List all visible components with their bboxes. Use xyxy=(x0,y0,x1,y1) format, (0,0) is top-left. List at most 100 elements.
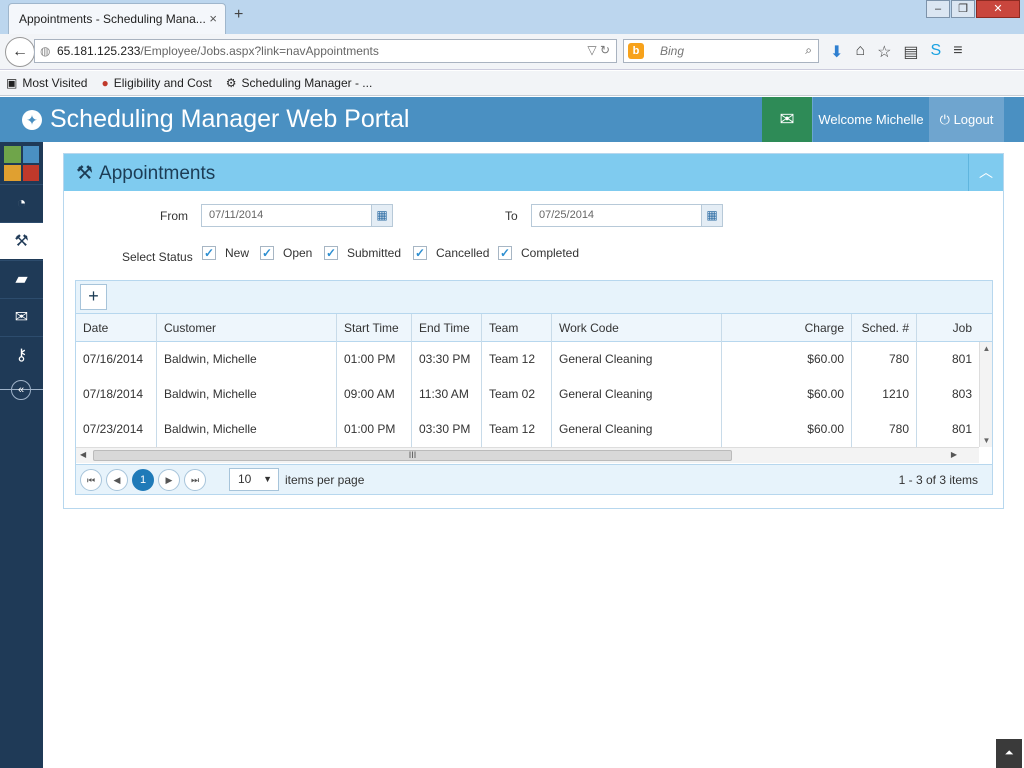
double-chevron-up-icon: ⏶ xyxy=(1004,747,1014,759)
tab-close-icon[interactable]: × xyxy=(209,11,217,26)
minimize-icon[interactable]: – xyxy=(926,0,950,18)
cell-team: Team 12 xyxy=(482,342,552,377)
cell-start-time: 01:00 PM xyxy=(337,412,412,447)
bookmark-label: Most Visited xyxy=(22,76,88,90)
key-icon[interactable]: ⚷ xyxy=(0,336,43,373)
cell-end-time: 11:30 AM xyxy=(412,377,482,412)
column-header-team[interactable]: Team xyxy=(482,314,552,342)
pager-info: 1 - 3 of 3 items xyxy=(898,473,978,487)
status-open-checkbox[interactable]: ✓ Open xyxy=(260,246,312,260)
bookmark-star-icon[interactable]: ☆ xyxy=(877,42,891,62)
browser-tab[interactable]: Appointments - Scheduling Mana... × xyxy=(8,3,226,34)
download-icon[interactable]: ⬇ xyxy=(830,42,843,62)
column-header-work-code[interactable]: Work Code xyxy=(552,314,722,342)
address-bar[interactable]: ◍ 65.181.125.233/Employee/Jobs.aspx?link… xyxy=(34,39,617,63)
calendar-icon[interactable]: ▦ xyxy=(371,205,392,226)
mail-button[interactable]: ✉ xyxy=(762,97,812,142)
scroll-down-icon[interactable]: ▼ xyxy=(980,436,993,445)
scroll-up-icon[interactable]: ▲ xyxy=(980,344,993,353)
horizontal-scrollbar[interactable]: ◀ III ▶ xyxy=(76,447,979,463)
home-icon[interactable]: ⌂ xyxy=(855,42,865,62)
menu-icon[interactable]: ≡ xyxy=(953,42,962,62)
welcome-text: Welcome Michelle xyxy=(812,97,929,142)
status-label: New xyxy=(225,246,250,260)
add-appointment-button[interactable]: + xyxy=(80,284,107,310)
url-host: 65.181.125.233 xyxy=(57,44,141,58)
cell-sched: 1210 xyxy=(852,377,917,412)
column-header-sched[interactable]: Sched. # xyxy=(852,314,917,342)
scroll-thumb[interactable]: III xyxy=(93,450,732,461)
cell-date: 07/18/2014 xyxy=(76,377,157,412)
bookmark-eligibility[interactable]: ● Eligibility and Cost xyxy=(101,76,211,90)
bookmark-label: Scheduling Manager - ... xyxy=(241,76,373,90)
vertical-scrollbar[interactable]: ▲ ▼ xyxy=(979,342,992,447)
book-icon[interactable]: ▰ xyxy=(0,260,43,297)
first-page-icon[interactable]: ⏮ xyxy=(80,469,102,491)
status-completed-checkbox[interactable]: ✓ Completed xyxy=(498,246,579,260)
cell-job: 801 xyxy=(951,422,972,436)
search-icon[interactable]: ⌕ xyxy=(805,43,812,58)
collapse-panel-button[interactable]: ︿ xyxy=(968,154,1003,191)
table-row[interactable]: 07/16/2014 Baldwin, Michelle 01:00 PM 03… xyxy=(76,342,979,377)
column-header-customer[interactable]: Customer xyxy=(157,314,337,342)
page-size-select[interactable]: 10 ▼ xyxy=(229,468,279,491)
scroll-left-icon[interactable]: ◀ xyxy=(80,450,86,459)
status-cancelled-checkbox[interactable]: ✓ Cancelled xyxy=(413,246,489,260)
back-arrow-icon[interactable]: ← xyxy=(5,37,35,67)
current-page-button[interactable]: 1 xyxy=(132,469,154,491)
table-row[interactable]: 07/18/2014 Baldwin, Michelle 09:00 AM 11… xyxy=(76,377,979,412)
bookmark-scheduling-manager[interactable]: ⚙ Scheduling Manager - ... xyxy=(226,76,373,90)
column-header-charge[interactable]: Charge xyxy=(722,314,852,342)
site-info-icon[interactable]: ◍ xyxy=(40,44,50,58)
window-close-icon[interactable]: ✕ xyxy=(976,0,1020,18)
power-icon: ⏻ xyxy=(939,112,950,127)
bookmark-most-visited[interactable]: ▣ Most Visited xyxy=(6,76,87,90)
gavel-icon[interactable]: ⚒ xyxy=(0,222,43,259)
table-row[interactable]: 07/23/2014 Baldwin, Michelle 01:00 PM 03… xyxy=(76,412,979,447)
to-date-value: 07/25/2014 xyxy=(539,209,595,221)
dashboard-icon[interactable]: ◔ xyxy=(0,184,43,221)
cell-team: Team 12 xyxy=(482,412,552,447)
prev-page-icon[interactable]: ◀ xyxy=(106,469,128,491)
mail-icon[interactable]: ✉ xyxy=(0,298,43,335)
chevron-up-icon: ︿ xyxy=(979,164,993,180)
cell-customer: Baldwin, Michelle xyxy=(157,412,337,447)
from-label: From xyxy=(160,209,188,223)
cell-start-time: 01:00 PM xyxy=(337,342,412,377)
cell-customer: Baldwin, Michelle xyxy=(157,377,337,412)
skype-icon[interactable]: S xyxy=(931,42,942,62)
search-placeholder: Bing xyxy=(660,44,685,58)
calendar-icon[interactable]: ▦ xyxy=(701,205,722,226)
bookmark-label: Eligibility and Cost xyxy=(113,76,212,90)
reload-icon[interactable]: ▽ ↻ xyxy=(587,43,610,57)
grid-toolbar: + xyxy=(76,281,992,314)
new-tab-button[interactable]: + xyxy=(234,6,243,24)
app-title-text: Scheduling Manager Web Portal xyxy=(50,105,410,133)
status-new-checkbox[interactable]: ✓ New xyxy=(202,246,249,260)
next-page-icon[interactable]: ▶ xyxy=(158,469,180,491)
cell-work-code: General Cleaning xyxy=(552,342,722,377)
from-date-input[interactable]: 07/11/2014 ▦ xyxy=(201,204,393,227)
checkmark-icon: ✓ xyxy=(413,246,427,260)
column-header-job[interactable]: Job xyxy=(917,314,979,342)
app-logo[interactable] xyxy=(4,146,39,181)
search-input[interactable]: b Bing ⌕ xyxy=(623,39,819,63)
restore-icon[interactable]: ❐ xyxy=(951,0,975,18)
bing-icon[interactable]: b xyxy=(628,43,644,59)
scroll-to-top-button[interactable]: ⏶ xyxy=(996,739,1022,768)
cell-end-time: 03:30 PM xyxy=(412,412,482,447)
bookmarks-bar: ▣ Most Visited ● Eligibility and Cost ⚙ … xyxy=(0,71,1024,96)
logout-button[interactable]: ⏻ Logout xyxy=(929,97,1004,142)
column-header-end-time[interactable]: End Time xyxy=(412,314,482,342)
scroll-right-icon[interactable]: ▶ xyxy=(951,450,957,459)
last-page-icon[interactable]: ⏭ xyxy=(184,469,206,491)
cell-date: 07/16/2014 xyxy=(76,342,157,377)
cell-sched: 780 xyxy=(852,342,917,377)
column-header-start-time[interactable]: Start Time xyxy=(337,314,412,342)
status-submitted-checkbox[interactable]: ✓ Submitted xyxy=(324,246,401,260)
gavel-icon: ⚒ xyxy=(76,163,94,184)
to-date-input[interactable]: 07/25/2014 ▦ xyxy=(531,204,723,227)
column-header-date[interactable]: Date xyxy=(76,314,157,342)
reading-list-icon[interactable]: ▤ xyxy=(903,42,918,62)
collapse-sidebar-icon[interactable]: « xyxy=(11,380,31,400)
